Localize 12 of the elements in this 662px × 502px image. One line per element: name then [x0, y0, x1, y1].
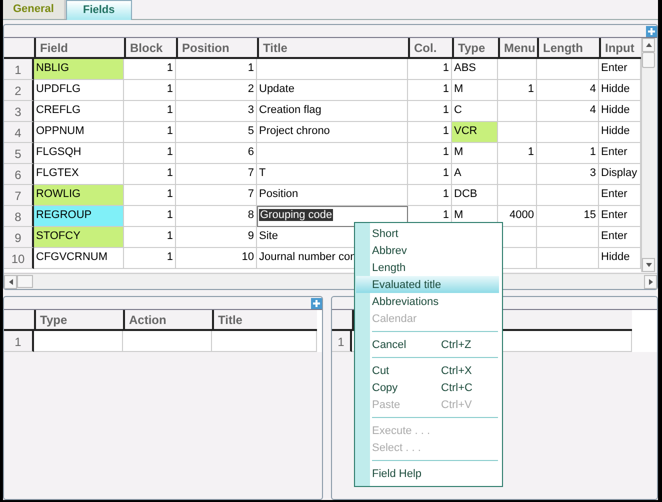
row-number: 10: [4, 248, 34, 269]
row-number: 7: [4, 185, 34, 206]
row-number: 6: [4, 164, 34, 185]
row-number: 3: [4, 101, 34, 122]
row-number: 1: [4, 59, 34, 80]
row-number: 2: [4, 80, 34, 101]
row-number: 1: [332, 331, 352, 352]
row-number: 4: [4, 122, 34, 143]
row-number: 1: [4, 331, 34, 352]
row-number: 5: [4, 143, 34, 164]
row-number: 9: [4, 227, 34, 248]
row-number: 8: [4, 206, 34, 227]
